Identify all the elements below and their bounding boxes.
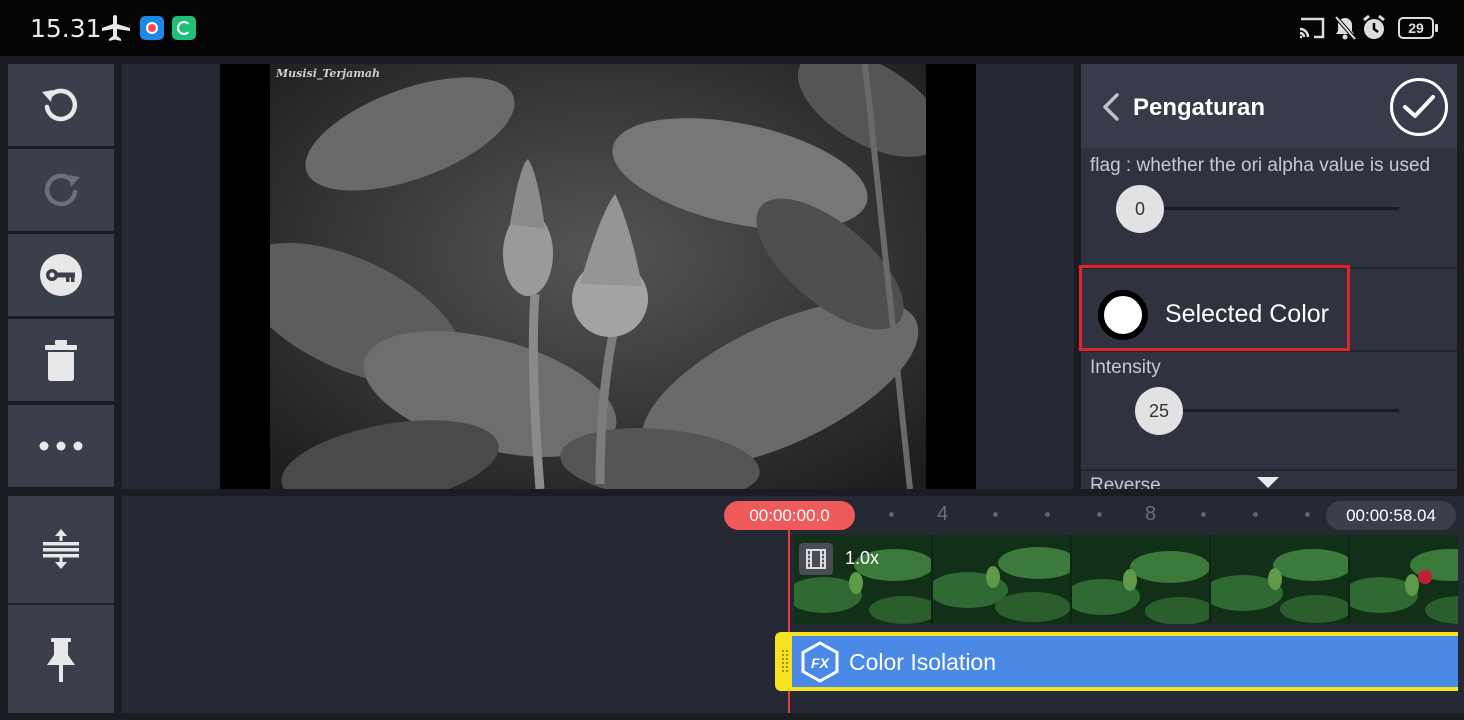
intensity-label: Intensity <box>1090 357 1161 378</box>
flag-slider-track[interactable] <box>1129 207 1399 210</box>
redo-button[interactable] <box>8 149 114 231</box>
reverse-label: Reverse <box>1090 475 1161 489</box>
divider <box>1081 469 1457 471</box>
status-time: 15.31 <box>30 14 102 43</box>
back-chevron-icon[interactable] <box>1097 92 1125 122</box>
pin-icon <box>47 637 75 682</box>
ruler-tick <box>1045 512 1050 517</box>
ruler-tick <box>889 512 894 517</box>
clip-thumbnail <box>933 535 1070 624</box>
flag-label: flag : whether the ori alpha value is us… <box>1090 155 1431 176</box>
keyframe-button[interactable] <box>8 234 114 316</box>
ruler-tick <box>1253 512 1258 517</box>
notifications-off-icon <box>1334 15 1357 41</box>
timeline-toolbar <box>8 496 114 713</box>
trash-icon <box>45 340 77 381</box>
delete-button[interactable] <box>8 319 114 401</box>
battery-icon: 29 <box>1398 17 1438 39</box>
redo-icon <box>44 173 80 207</box>
checkmark-icon <box>1403 95 1435 118</box>
svg-text:FX: FX <box>811 655 831 671</box>
video-preview[interactable]: Musisi_Terjamah <box>220 64 976 489</box>
ruler-tick <box>1097 512 1102 517</box>
ruler-tick <box>993 512 998 517</box>
flag-slider-knob[interactable]: 0 <box>1116 185 1164 233</box>
screen-record-icon <box>140 16 164 40</box>
highlight-box <box>1079 265 1350 351</box>
ruler-label: 4 <box>937 503 949 525</box>
effect-clip-label: Color Isolation <box>849 649 997 675</box>
film-icon <box>799 543 833 575</box>
reverse-dropdown-icon[interactable] <box>1257 477 1279 488</box>
alarm-icon <box>1363 14 1385 39</box>
confirm-button[interactable] <box>1390 78 1448 136</box>
fit-timeline-button[interactable] <box>8 496 114 602</box>
fx-icon: FX <box>801 641 839 683</box>
clip-thumbnail <box>1350 535 1458 624</box>
keyframe-key-icon <box>40 254 82 296</box>
fit-timeline-icon <box>43 529 79 569</box>
undo-button[interactable] <box>8 64 114 146</box>
effect-clip-handle[interactable] <box>779 636 792 687</box>
clip-speed-label: 1.0x <box>845 548 880 568</box>
ruler-tick <box>1201 512 1206 517</box>
status-bar: 15.31 29 <box>0 0 1464 56</box>
effect-clip[interactable]: FX Color Isolation <box>775 632 1458 691</box>
more-button[interactable] <box>8 405 114 487</box>
airplane-icon <box>102 15 130 41</box>
total-duration-badge: 00:00:58.04 <box>1326 501 1456 530</box>
video-frame-image <box>270 64 926 489</box>
more-icon <box>39 441 83 451</box>
divider <box>8 603 114 605</box>
panel-title: Pengaturan <box>1133 94 1266 121</box>
sync-app-icon <box>172 16 196 40</box>
ruler-tick <box>1305 512 1310 517</box>
pin-button[interactable] <box>8 606 114 713</box>
undo-icon <box>42 88 78 122</box>
video-frame: Musisi_Terjamah <box>270 64 926 489</box>
video-clip-track[interactable]: 1.0x <box>794 535 1458 624</box>
clip-thumbnail <box>1072 535 1209 624</box>
ruler-label: 8 <box>1145 503 1157 525</box>
intensity-slider-knob[interactable]: 25 <box>1135 387 1183 435</box>
clip-thumbnail <box>1211 535 1348 624</box>
intensity-slider-track[interactable] <box>1149 409 1399 412</box>
cast-icon <box>1299 17 1325 39</box>
current-time-badge: 00:00:00.0 <box>724 501 855 530</box>
panel-header: Pengaturan <box>1081 64 1457 148</box>
video-watermark: Musisi_Terjamah <box>276 67 381 80</box>
